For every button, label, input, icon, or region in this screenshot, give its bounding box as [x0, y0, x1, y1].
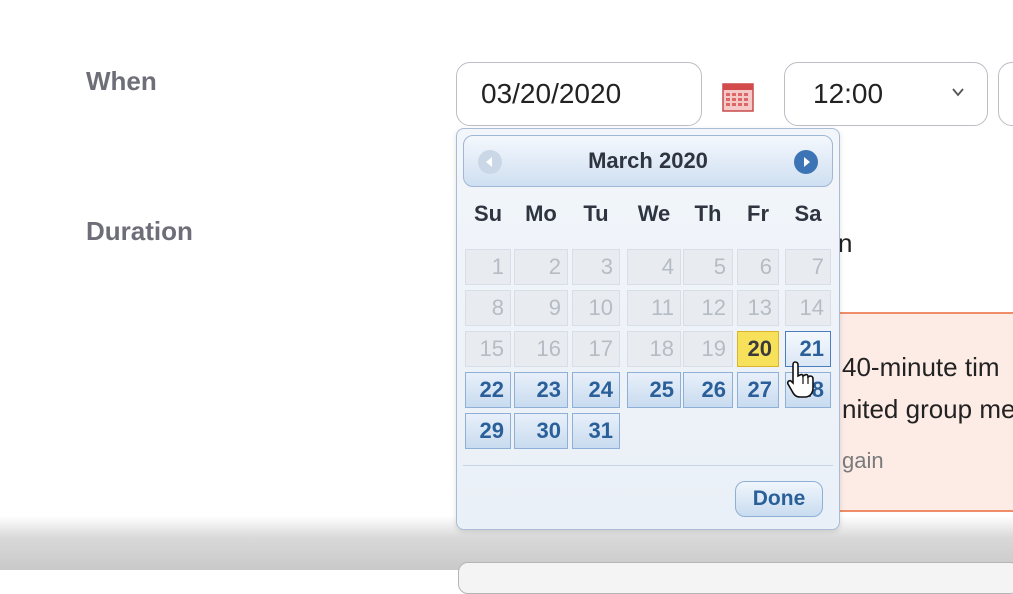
calendar-day[interactable]: 20	[737, 331, 779, 367]
calendar-day: 1	[465, 249, 511, 285]
calendar-day: 16	[514, 331, 568, 367]
notice-line-3: gain	[842, 448, 884, 473]
weekday-header: Mo	[525, 201, 557, 226]
calendar-day: 4	[627, 249, 681, 285]
date-picker: March 2020 Su Mo Tu We Th Fr Sa 1 2 3 4 5 6 7 8 9 10 11 1…	[456, 128, 840, 530]
calendar-day[interactable]: 31	[572, 413, 620, 449]
next-month-icon[interactable]	[794, 150, 818, 174]
calendar-day: 17	[572, 331, 620, 367]
calendar-day[interactable]: 29	[465, 413, 511, 449]
weekday-header: Fr	[747, 201, 769, 226]
calendar-day: 14	[785, 290, 831, 326]
calendar-day: 6	[737, 249, 779, 285]
date-input[interactable]: 03/20/2020	[456, 62, 702, 126]
calendar-day[interactable]: 23	[514, 372, 568, 408]
weekday-header: Tu	[583, 201, 609, 226]
time-value: 12:00	[813, 78, 884, 109]
calendar-day: 18	[627, 331, 681, 367]
notice-line-2: nited group me	[842, 394, 1013, 424]
calendar-day[interactable]: 25	[627, 372, 681, 408]
picker-header: March 2020	[463, 135, 833, 187]
bottom-field[interactable]	[458, 562, 1013, 594]
chevron-down-icon	[952, 88, 964, 97]
calendar-day: 8	[465, 290, 511, 326]
time-select[interactable]: 12:00	[784, 62, 988, 126]
weekday-header: Sa	[794, 201, 822, 226]
when-label: When	[86, 66, 157, 96]
calendar-day: 5	[683, 249, 733, 285]
calendar-day: 10	[572, 290, 620, 326]
month-title: March 2020	[588, 148, 708, 173]
calendar-day: 11	[627, 290, 681, 326]
calendar-day: 13	[737, 290, 779, 326]
calendar-day: 15	[465, 331, 511, 367]
calendar-day: 7	[785, 249, 831, 285]
calendar-day[interactable]: 22	[465, 372, 511, 408]
duration-label: Duration	[86, 216, 193, 246]
calendar-day[interactable]: 27	[737, 372, 779, 408]
weekday-header: Su	[473, 201, 503, 226]
timezone-select[interactable]	[998, 62, 1013, 126]
weekday-header: We	[637, 201, 671, 226]
weekday-header: Th	[694, 201, 722, 226]
calendar-day: 12	[683, 290, 733, 326]
calendar-day: 19	[683, 331, 733, 367]
calendar-day[interactable]: 26	[683, 372, 733, 408]
done-button[interactable]: Done	[735, 481, 823, 517]
hand-cursor-icon	[786, 361, 814, 398]
calendar-icon[interactable]	[722, 82, 754, 112]
calendar-day: 3	[572, 249, 620, 285]
calendar-day: 2	[514, 249, 568, 285]
calendar-day: 9	[514, 290, 568, 326]
notice-line-1: 40-minute tim	[842, 352, 1000, 382]
picker-divider	[463, 465, 833, 466]
duration-unit-text: n	[838, 228, 853, 258]
calendar-day[interactable]: 30	[514, 413, 568, 449]
time-limit-notice: 40-minute tim nited group me gain	[820, 312, 1013, 512]
calendar-day[interactable]: 24	[572, 372, 620, 408]
